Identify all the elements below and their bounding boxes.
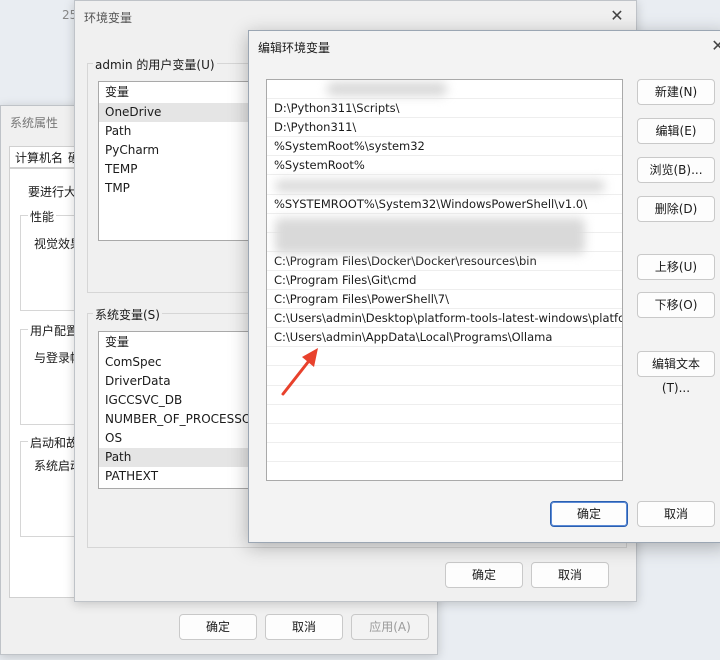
window-title: 编辑环境变量 [258,41,331,55]
cancel-button[interactable]: 取消 [531,562,609,588]
window-title: 系统属性 [10,116,59,130]
browse-button[interactable]: 浏览(B)... [637,157,715,183]
cancel-button[interactable]: 取消 [265,614,343,640]
empty-row [267,424,622,443]
performance-group-label: 性能 [28,208,57,225]
path-entry[interactable]: D:\Python311\Scripts\ [267,99,622,119]
arrow-head [302,348,318,367]
new-button[interactable]: 新建(N) [637,79,715,105]
edit-text-button[interactable]: 编辑文本(T)... [637,351,715,395]
tab-computer-name[interactable]: 计算机名 [9,146,71,168]
close-icon[interactable]: ✕ [606,5,628,27]
ok-button[interactable]: 确定 [445,562,523,588]
path-entry[interactable]: C:\Users\admin\Desktop\platform-tools-la… [267,309,622,329]
path-entry[interactable]: %SystemRoot%\system32 [267,137,622,157]
path-entry[interactable]: D:\Python311\ [267,118,622,138]
redaction-blur [275,218,585,254]
edit-environment-variable-window: 编辑环境变量 ✕ D:\Python311\Scripts\ D:\Python… [248,30,720,543]
environment-variables-titlebar[interactable]: 环境变量 ✕ [75,1,636,33]
ok-button[interactable]: 确定 [550,501,628,527]
user-variables-label: admin 的用户变量(U) [93,56,217,73]
window-title: 环境变量 [84,11,133,25]
arrow-shaft [281,355,314,396]
cancel-button[interactable]: 取消 [637,501,715,527]
close-icon[interactable]: ✕ [707,35,720,57]
path-entry[interactable]: C:\Program Files\PowerShell\7\ [267,290,622,310]
path-entry[interactable]: %SYSTEMROOT%\System32\WindowsPowerShell\… [267,195,622,214]
ok-button[interactable]: 确定 [179,614,257,640]
move-up-button[interactable]: 上移(U) [637,254,715,280]
path-entry[interactable]: C:\Program Files\Git\cmd [267,271,622,291]
path-entry[interactable]: %SystemRoot% [267,156,622,176]
empty-row [267,462,622,480]
delete-button[interactable]: 删除(D) [637,196,715,222]
redaction-blur [275,180,605,192]
edit-environment-variable-titlebar[interactable]: 编辑环境变量 ✕ [249,31,720,63]
move-down-button[interactable]: 下移(O) [637,292,715,318]
apply-button[interactable]: 应用(A) [351,614,429,640]
path-entries-list[interactable]: D:\Python311\Scripts\ D:\Python311\ %Sys… [266,79,623,481]
empty-row [267,405,622,424]
annotation-arrow-icon [281,348,318,396]
path-entry[interactable]: C:\Program Files\Docker\Docker\resources… [267,252,622,271]
empty-row [267,443,622,462]
system-variables-label: 系统变量(S) [93,306,162,323]
redaction-blur [327,82,447,96]
edit-button[interactable]: 编辑(E) [637,118,715,144]
